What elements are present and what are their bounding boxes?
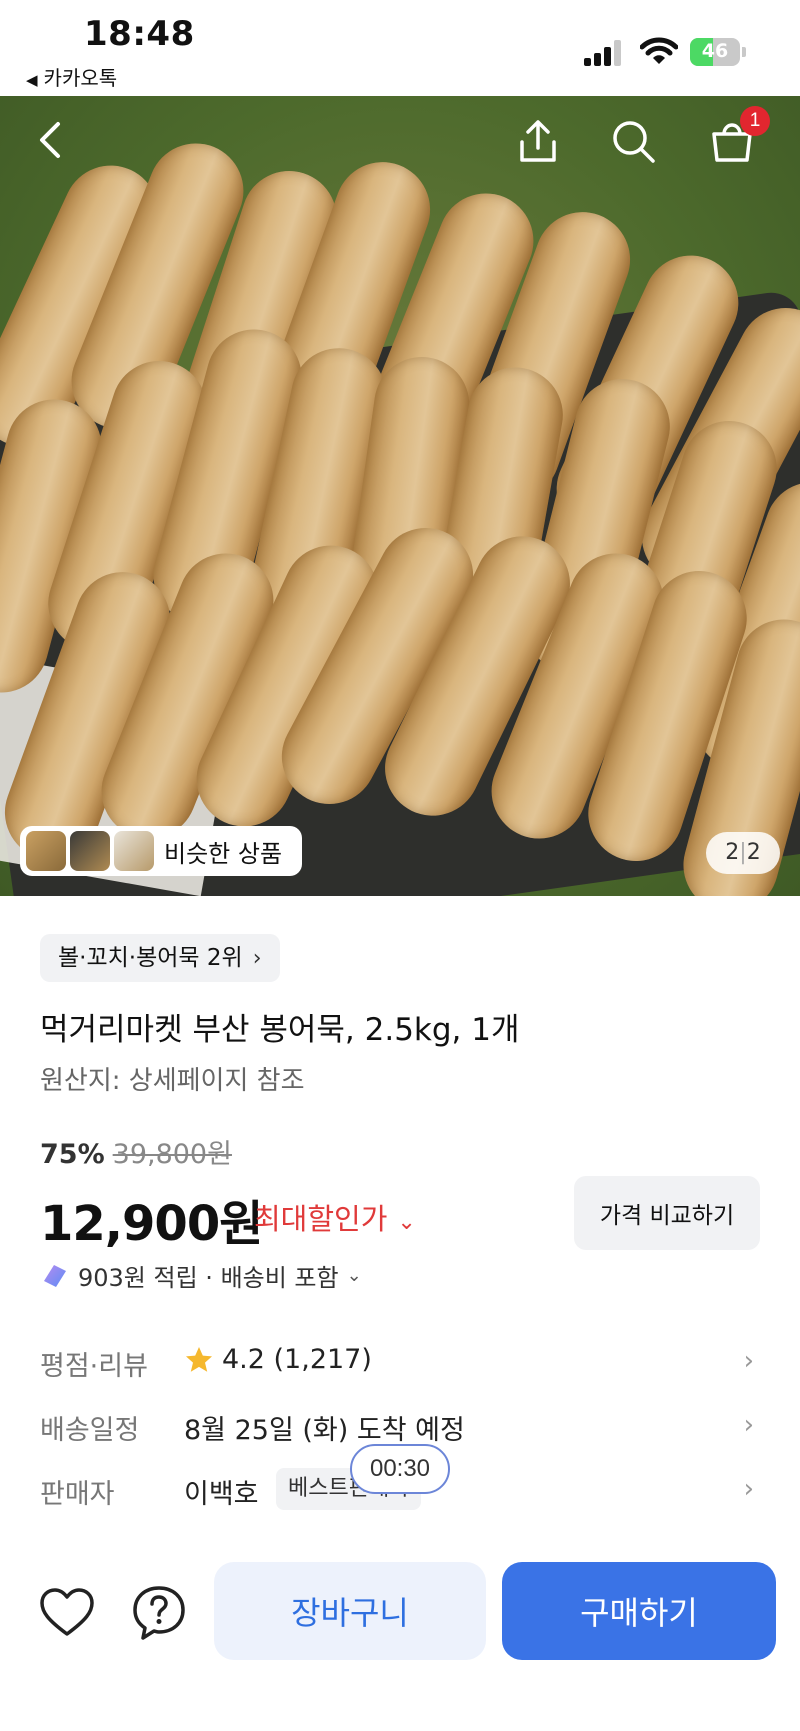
timer-badge: 00:30 [350, 1444, 450, 1494]
delivery-value: 8월 25일 (화) 도착 예정 [184, 1415, 465, 1446]
help-question-icon[interactable] [130, 1584, 188, 1642]
max-discount-label: 최대할인가 [254, 1202, 388, 1236]
delivery-row[interactable]: 배송일정 8월 25일 (화) 도착 예정 › [40, 1400, 760, 1450]
back-app-label: 카카오톡 [43, 66, 118, 90]
similar-thumb-2 [70, 831, 110, 871]
add-to-cart-button[interactable]: 장바구니 [214, 1562, 486, 1660]
back-arrow-icon[interactable] [30, 118, 74, 162]
battery-nub [742, 47, 746, 57]
page-separator: | [739, 840, 747, 865]
page-current: 2 [725, 840, 740, 865]
battery-percent: 46 [701, 40, 729, 62]
chevron-down-icon: ⌄ [346, 1265, 362, 1286]
cart-count-badge: 1 [740, 106, 770, 136]
rating-label: 평점·리뷰 [40, 1351, 148, 1382]
similar-products-label: 비슷한 상품 [164, 839, 283, 868]
chevron-right-icon: › [743, 1474, 754, 1504]
chevron-right-icon: › [743, 1346, 754, 1376]
back-triangle-icon: ◀ [26, 71, 38, 89]
rating-value: 4.2 (1,217) [222, 1344, 372, 1375]
chevron-down-icon: ⌄ [397, 1210, 416, 1235]
heart-icon[interactable] [38, 1584, 96, 1642]
share-icon[interactable] [512, 116, 564, 168]
page-total: 2 [746, 840, 761, 865]
rank-label: 볼·꼬치·봉어묵 2위 [58, 945, 243, 971]
search-icon[interactable] [608, 116, 660, 168]
similar-thumb-1 [26, 831, 66, 871]
sale-price: 12,900원 [40, 1196, 263, 1252]
seller-label: 판매자 [40, 1479, 115, 1510]
wifi-icon [640, 37, 678, 64]
chevron-right-icon: › [252, 946, 262, 971]
max-discount-dropdown[interactable]: 최대할인가 ⌄ [254, 1196, 416, 1238]
cellular-signal-icon [584, 40, 626, 66]
original-price: 39,800원 [112, 1139, 232, 1170]
discount-row: 75% 39,800원 [40, 1132, 232, 1171]
rating-review-row[interactable]: 평점·리뷰 4.2 (1,217) › [40, 1336, 760, 1386]
product-origin: 원산지: 상세페이지 참조 [40, 1066, 305, 1096]
category-rank-chip[interactable]: 볼·꼬치·봉어묵 2위 › [40, 934, 280, 982]
points-coin-icon [44, 1264, 66, 1287]
similar-products-button[interactable]: 비슷한 상품 [20, 826, 302, 876]
star-icon [186, 1346, 212, 1372]
rating-value-group: 4.2 (1,217) [184, 1344, 372, 1375]
delivery-label: 배송일정 [40, 1415, 140, 1446]
product-image[interactable] [0, 96, 800, 896]
status-time: 18:48 [84, 14, 195, 54]
discount-percent: 75% [40, 1139, 105, 1170]
buy-now-button[interactable]: 구매하기 [502, 1562, 776, 1660]
back-to-app-link[interactable]: ◀ 카카오톡 [26, 62, 117, 91]
chevron-right-icon: › [743, 1410, 754, 1440]
compare-price-button[interactable]: 가격 비교하기 [574, 1176, 760, 1250]
image-page-indicator: 2|2 [706, 832, 780, 874]
seller-name: 이백호 [184, 1479, 259, 1510]
similar-thumb-3 [114, 831, 154, 871]
points-shipping-row[interactable]: 903원 적립 · 배송비 포함 ⌄ [40, 1258, 362, 1293]
product-title: 먹거리마켓 부산 봉어묵, 2.5kg, 1개 [40, 1012, 520, 1048]
status-bar: 18:48 ◀ 카카오톡 46 [0, 0, 800, 96]
points-label: 903원 적립 · 배송비 포함 [78, 1264, 339, 1292]
battery-icon: 46 [690, 38, 740, 66]
